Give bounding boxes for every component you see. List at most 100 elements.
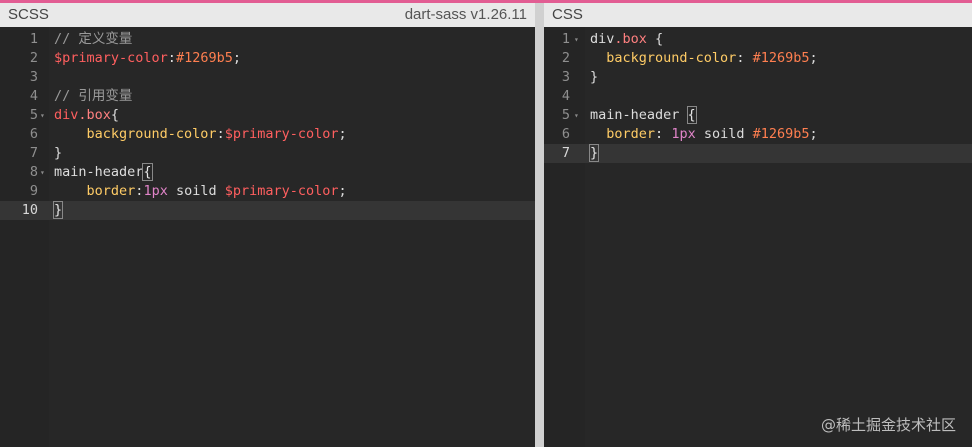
code-token: main-header	[54, 164, 144, 180]
code-line[interactable]: 3	[0, 68, 535, 87]
line-number: 3	[561, 69, 570, 85]
code-line[interactable]: 6 background-color:$primary-color;	[0, 125, 535, 144]
fold-arrow-icon[interactable]: ▾	[574, 106, 579, 125]
code-line[interactable]: 1 ▾ div.box {	[544, 30, 972, 49]
code-token: div	[590, 31, 615, 47]
line-number: 1	[561, 31, 570, 47]
code-text: }	[52, 201, 64, 220]
code-line[interactable]: 8 ▾ main-header{	[0, 163, 535, 182]
fold-arrow-icon[interactable]: ▾	[574, 30, 579, 49]
watermark: @稀土掘金技术社区	[820, 416, 956, 434]
code-token: // 引用变量	[54, 88, 133, 104]
code-line[interactable]: 1 // 定义变量	[0, 30, 535, 49]
code-token: #1269b5	[752, 50, 810, 66]
css-pane: CSS 1 ▾ div.box {2 background-color: #1269…	[544, 3, 972, 447]
code-token: #1269b5	[752, 126, 810, 142]
compiler-version: dart-sass v1.26.11	[404, 6, 527, 23]
line-number: 4	[29, 88, 38, 104]
fold-arrow-icon[interactable]: ▾	[40, 163, 45, 182]
line-number: 10	[21, 202, 38, 218]
css-editor[interactable]: 1 ▾ div.box {2 background-color: #1269b5; 3…	[544, 27, 972, 447]
code-text: div.box {	[590, 30, 663, 49]
scss-editor[interactable]: 1// 定义变量 2 $primary-color:#1269b5; 3 4// 引用变…	[0, 27, 535, 447]
code-line[interactable]: 4	[544, 87, 972, 106]
code-text: // 引用变量	[54, 87, 132, 106]
code-line[interactable]: 9 border:1px soild $primary-color;	[0, 182, 535, 201]
code-line[interactable]: 10}	[0, 201, 535, 220]
line-number: 1	[29, 31, 38, 47]
code-line[interactable]: 7}	[544, 144, 972, 163]
code-token: }	[54, 145, 63, 161]
code-token: main-header	[590, 107, 688, 123]
code-text: }	[590, 68, 598, 87]
pane-divider[interactable]	[535, 3, 544, 447]
code-token: soild	[167, 183, 225, 199]
code-text: background-color:$primary-color;	[54, 125, 347, 144]
line-number: 2	[29, 50, 38, 66]
line-number: 5	[561, 107, 570, 123]
code-token: }	[52, 201, 64, 219]
code-token: :	[167, 50, 176, 66]
scss-pane-title: SCSS	[8, 6, 49, 23]
fold-arrow-icon[interactable]: ▾	[40, 106, 45, 125]
code-token: ;	[809, 50, 818, 66]
code-token: ;	[338, 126, 347, 142]
scss-pane: SCSS dart-sass v1.26.11 1 // 定义变量 2 $primar…	[0, 3, 535, 447]
line-number: 2	[561, 50, 570, 66]
code-token: }	[588, 144, 600, 162]
code-token: div	[54, 107, 79, 123]
css-pane-header: CSS	[544, 3, 972, 27]
code-line[interactable]: 2 background-color: #1269b5;	[544, 49, 972, 68]
code-line[interactable]: 7}	[0, 144, 535, 163]
line-number: 9	[29, 183, 38, 199]
code-token: ;	[338, 183, 347, 199]
line-number: 6	[29, 126, 38, 142]
line-number: 4	[561, 88, 570, 104]
code-token: :	[736, 50, 753, 66]
code-token: ;	[232, 50, 241, 66]
scss-code-lines[interactable]: 1// 定义变量 2 $primary-color:#1269b5; 3 4// 引用变…	[0, 27, 535, 220]
code-line[interactable]: 4 // 引用变量	[0, 87, 535, 106]
code-token: :	[655, 126, 672, 142]
code-token: :	[216, 126, 225, 142]
css-pane-title: CSS	[552, 6, 583, 23]
code-token: // 定义变量	[54, 31, 133, 47]
line-number: 7	[561, 145, 570, 161]
code-token: {	[110, 107, 120, 123]
code-token: background-color	[86, 126, 217, 142]
code-token: {	[686, 106, 697, 124]
line-number: 7	[29, 145, 38, 161]
code-text: main-header{	[54, 163, 153, 182]
code-text: }	[588, 144, 600, 163]
code-token: 1px	[143, 183, 168, 199]
css-code-lines[interactable]: 1 ▾ div.box {2 background-color: #1269b5; 3…	[544, 27, 972, 163]
code-text: background-color: #1269b5;	[590, 49, 818, 68]
code-text: border:1px soild $primary-color;	[54, 182, 347, 201]
line-number: 6	[561, 126, 570, 142]
code-token: #1269b5	[175, 50, 233, 66]
code-line[interactable]: 6 border: 1px soild #1269b5;	[544, 125, 972, 144]
line-number: 5	[29, 107, 38, 123]
code-token: 1px	[671, 126, 696, 142]
code-text: $primary-color:#1269b5;	[54, 49, 241, 68]
code-token: $primary-color	[224, 183, 339, 199]
code-token: border	[606, 126, 656, 142]
line-number: 3	[29, 69, 38, 85]
code-token: .box	[78, 107, 111, 123]
code-text: // 定义变量	[54, 30, 132, 49]
code-line[interactable]: 2 $primary-color:#1269b5;	[0, 49, 535, 68]
code-text: border: 1px soild #1269b5;	[590, 125, 817, 144]
code-line[interactable]: 5 ▾ div.box{	[0, 106, 535, 125]
code-token: $primary-color	[224, 126, 339, 142]
code-line[interactable]: 3}	[544, 68, 972, 87]
code-token: {	[142, 163, 153, 181]
code-text: }	[54, 144, 62, 163]
code-line[interactable]: 5 ▾ main-header {	[544, 106, 972, 125]
code-text: div.box{	[54, 106, 119, 125]
code-token: }	[590, 69, 599, 85]
code-token: {	[646, 31, 664, 47]
